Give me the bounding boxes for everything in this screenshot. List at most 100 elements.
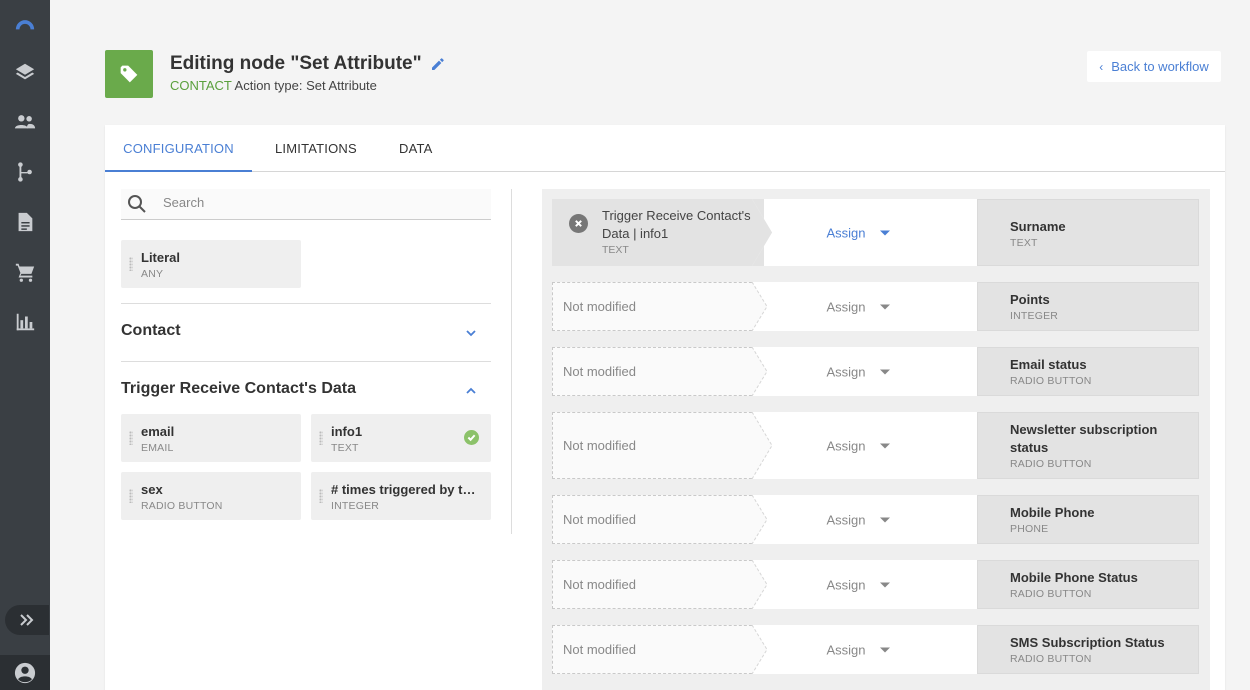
operation-label: Assign bbox=[826, 299, 866, 314]
mapping-operation[interactable]: Assign bbox=[752, 495, 984, 544]
workflow-icon[interactable] bbox=[13, 160, 37, 184]
caret-down-icon bbox=[879, 304, 890, 310]
operation-label: Assign bbox=[826, 642, 866, 657]
mapping-source-name: Not modified bbox=[563, 642, 636, 657]
analytics-icon[interactable] bbox=[13, 310, 37, 334]
operation-dropdown[interactable]: Assign bbox=[752, 364, 984, 379]
operation-label: Assign bbox=[826, 364, 866, 379]
document-icon[interactable] bbox=[13, 210, 37, 234]
search-box bbox=[121, 189, 491, 220]
double-chevron-right-icon bbox=[20, 614, 34, 626]
mapping-row: Not modified Assign Newsletter subscript… bbox=[552, 412, 1199, 479]
operation-dropdown[interactable]: Assign bbox=[752, 438, 984, 453]
node-editor-card: CONFIGURATION LIMITATIONS DATA Literal A… bbox=[105, 125, 1225, 690]
section-trigger-receive-contacts-data[interactable]: Trigger Receive Contact's Data bbox=[121, 361, 491, 419]
mapping-source[interactable]: Not modified bbox=[552, 495, 762, 544]
field-chip-email[interactable]: email EMAIL bbox=[121, 414, 301, 462]
mapping-source[interactable]: Not modified bbox=[552, 282, 762, 331]
section-title: Contact bbox=[121, 322, 181, 339]
mapping-source-type: TEXT bbox=[602, 244, 629, 256]
page-title-text: Editing node "Set Attribute" bbox=[170, 53, 422, 74]
chevron-up-icon[interactable] bbox=[465, 384, 477, 396]
mapping-target: Surname TEXT bbox=[977, 199, 1199, 266]
chevron-down-icon[interactable] bbox=[465, 326, 477, 338]
contacts-icon[interactable] bbox=[13, 110, 37, 134]
field-chip-name: sex bbox=[141, 482, 163, 497]
mapping-target: Newsletter subscription status RADIO BUT… bbox=[977, 412, 1199, 479]
mapping-target-type: TEXT bbox=[1010, 237, 1038, 249]
tab-configuration[interactable]: CONFIGURATION bbox=[105, 125, 252, 172]
mapping-source[interactable]: Not modified bbox=[552, 412, 762, 479]
mapping-operation[interactable]: Assign bbox=[752, 347, 984, 396]
mapping-source-name: Not modified bbox=[563, 299, 636, 314]
field-chip-sex[interactable]: sex RADIO BUTTON bbox=[121, 472, 301, 520]
field-chip-type: INTEGER bbox=[331, 500, 380, 512]
caret-down-icon bbox=[879, 582, 890, 588]
field-chip-type: EMAIL bbox=[141, 442, 174, 454]
operation-label: Assign bbox=[826, 438, 866, 453]
mapping-row: Not modified Assign Points INTEGER bbox=[552, 282, 1199, 331]
logo-icon[interactable] bbox=[13, 10, 37, 34]
mapping-source[interactable]: Not modified bbox=[552, 560, 762, 609]
tab-data[interactable]: DATA bbox=[399, 125, 433, 172]
mapping-source-name: Not modified bbox=[563, 577, 636, 592]
drag-handle-icon[interactable] bbox=[319, 489, 323, 503]
node-type-badge bbox=[105, 50, 153, 98]
drag-handle-icon[interactable] bbox=[319, 431, 323, 445]
mapping-source[interactable]: Not modified bbox=[552, 347, 762, 396]
mapping-target-type: PHONE bbox=[1010, 523, 1049, 535]
mapping-source[interactable]: Not modified bbox=[552, 625, 762, 674]
field-chip-literal[interactable]: Literal ANY bbox=[121, 240, 301, 288]
mapping-source-name: Not modified bbox=[563, 512, 636, 527]
field-chip-times-triggered[interactable]: # times triggered by th... INTEGER bbox=[311, 472, 491, 520]
mapping-operation[interactable]: Assign bbox=[752, 412, 984, 479]
section-contact[interactable]: Contact bbox=[121, 303, 491, 361]
layers-icon[interactable] bbox=[13, 60, 37, 84]
node-subtitle: CONTACT Action type: Set Attribute bbox=[170, 78, 377, 93]
field-chip-name: # times triggered by th... bbox=[331, 482, 481, 497]
caret-down-icon bbox=[879, 517, 890, 523]
expand-sidebar-button[interactable] bbox=[5, 605, 49, 635]
mapping-source[interactable]: Trigger Receive Contact's Data | info1 T… bbox=[552, 199, 762, 266]
mapping-row: Not modified Assign SMS Subscription Sta… bbox=[552, 625, 1199, 674]
mapping-operation[interactable]: Assign bbox=[752, 199, 984, 266]
tag-icon bbox=[120, 65, 138, 83]
mapping-row: Not modified Assign Mobile Phone Status … bbox=[552, 560, 1199, 609]
mapping-target-name: Newsletter subscription status bbox=[1010, 422, 1158, 455]
panel-divider bbox=[511, 189, 512, 534]
cart-icon[interactable] bbox=[13, 260, 37, 284]
search-input[interactable] bbox=[163, 195, 463, 210]
caret-down-icon bbox=[879, 230, 890, 236]
pencil-icon[interactable] bbox=[430, 56, 446, 72]
mapping-target-type: INTEGER bbox=[1010, 310, 1059, 322]
field-chip-name: email bbox=[141, 424, 175, 439]
mapping-target-name: SMS Subscription Status bbox=[1010, 635, 1165, 650]
tab-limitations[interactable]: LIMITATIONS bbox=[275, 125, 357, 172]
drag-handle-icon[interactable] bbox=[129, 489, 133, 503]
drag-handle-icon[interactable] bbox=[129, 257, 133, 271]
mapping-target-name: Points bbox=[1010, 292, 1050, 307]
operation-dropdown[interactable]: Assign bbox=[752, 642, 984, 657]
operation-dropdown[interactable]: Assign bbox=[752, 577, 984, 592]
user-account-button[interactable] bbox=[0, 655, 50, 690]
back-to-workflow-label: Back to workflow bbox=[1111, 59, 1209, 74]
operation-dropdown[interactable]: Assign bbox=[752, 299, 984, 314]
operation-dropdown[interactable]: Assign bbox=[752, 225, 984, 240]
page-title: Editing node "Set Attribute" bbox=[170, 53, 446, 75]
field-chip-info1[interactable]: info1 TEXT bbox=[311, 414, 491, 462]
operation-dropdown[interactable]: Assign bbox=[752, 512, 984, 527]
remove-source-icon[interactable] bbox=[569, 214, 588, 233]
section-title: Trigger Receive Contact's Data bbox=[121, 380, 356, 397]
mapping-operation[interactable]: Assign bbox=[752, 625, 984, 674]
drag-handle-icon[interactable] bbox=[129, 431, 133, 445]
mapping-target-name: Surname bbox=[1010, 219, 1066, 234]
mapping-operation[interactable]: Assign bbox=[752, 282, 984, 331]
mapping-operation[interactable]: Assign bbox=[752, 560, 984, 609]
mapping-target-type: RADIO BUTTON bbox=[1010, 375, 1092, 387]
mapping-target: Points INTEGER bbox=[977, 282, 1199, 331]
caret-down-icon bbox=[879, 443, 890, 449]
mapping-source-name: Not modified bbox=[563, 438, 636, 453]
user-avatar-icon bbox=[14, 662, 36, 683]
chevron-left-icon: ‹ bbox=[1099, 59, 1104, 74]
back-to-workflow-button[interactable]: ‹ Back to workflow bbox=[1087, 51, 1221, 82]
